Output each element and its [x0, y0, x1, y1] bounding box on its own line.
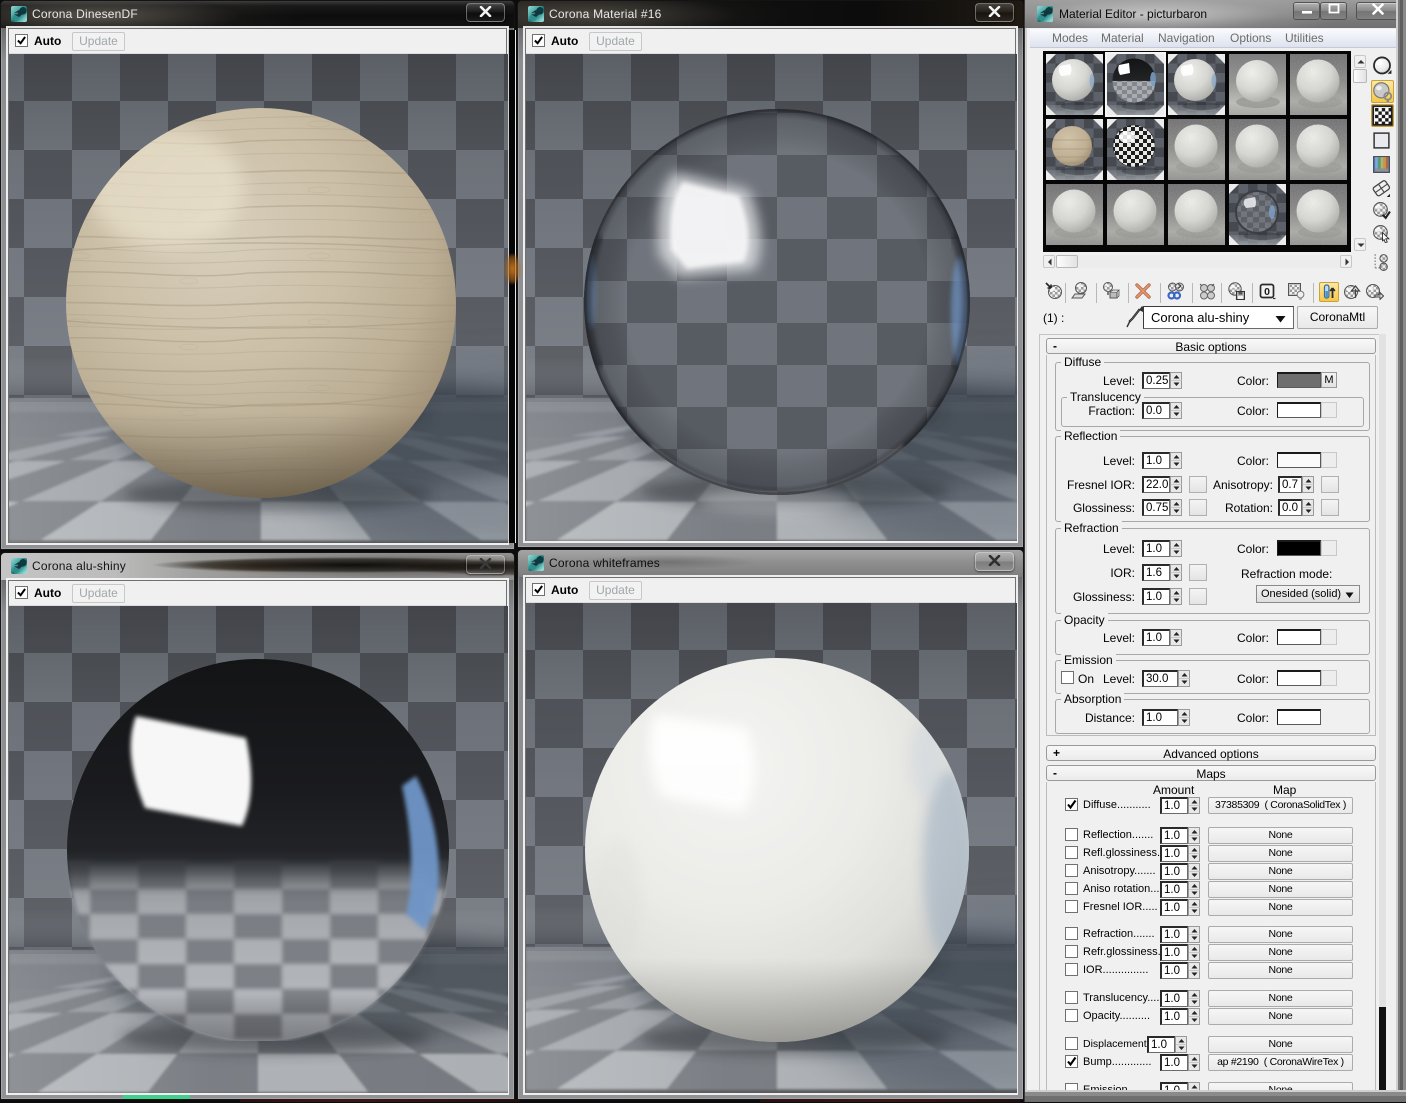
svg-text:0: 0	[1264, 286, 1270, 298]
